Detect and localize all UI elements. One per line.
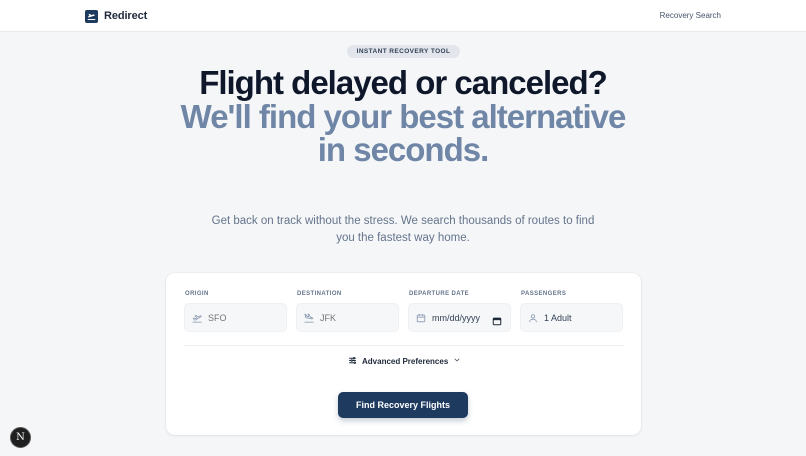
nav-link-recovery-search[interactable]: Recovery Search: [660, 11, 721, 20]
date-picker-icon[interactable]: [492, 313, 502, 326]
advanced-preferences-label: Advanced Preferences: [362, 356, 449, 366]
hero-headline: Flight delayed or canceled? We'll find y…: [180, 64, 627, 168]
departure-date-label: DEPARTURE DATE: [409, 291, 470, 297]
headline-accent: We'll find your best alternative in seco…: [180, 97, 627, 168]
top-nav-bar: Redirect Recovery Search: [0, 0, 806, 32]
origin-label: ORIGIN: [185, 291, 209, 297]
next-dev-badge[interactable]: N: [10, 427, 31, 448]
passengers-label: PASSENGERS: [521, 291, 567, 297]
calendar-icon: [416, 313, 426, 323]
hero-badge: INSTANT RECOVERY TOOL: [347, 45, 460, 58]
chevron-down-icon: [453, 356, 461, 366]
passengers-value[interactable]: 1 Adult: [544, 313, 572, 323]
headline-primary: Flight delayed or canceled?: [199, 64, 608, 101]
hero-subtitle: Get back on track without the stress. We…: [211, 215, 595, 244]
advanced-preferences-toggle[interactable]: Advanced Preferences: [348, 355, 461, 367]
origin-field[interactable]: [184, 303, 287, 332]
brand-logo-icon: [85, 9, 98, 23]
origin-input[interactable]: [208, 312, 278, 323]
destination-label: DESTINATION: [297, 291, 342, 297]
user-icon: [528, 313, 538, 323]
divider: [184, 345, 624, 346]
destination-input[interactable]: [320, 312, 390, 323]
destination-field[interactable]: [296, 303, 399, 332]
plane-takeoff-icon: [192, 313, 202, 323]
find-recovery-flights-button[interactable]: Find Recovery Flights: [338, 392, 468, 418]
brand[interactable]: Redirect: [85, 9, 147, 23]
brand-name: Redirect: [104, 10, 148, 22]
departure-date-field[interactable]: mm/dd/yyyy: [408, 303, 511, 332]
departure-date-value[interactable]: mm/dd/yyyy: [432, 313, 480, 323]
sliders-icon: [348, 356, 357, 367]
search-card: ORIGIN DESTINATION DEPARTURE DATE mm/dd/…: [166, 273, 641, 435]
passengers-field[interactable]: 1 Adult: [520, 303, 623, 332]
plane-landing-icon: [304, 313, 314, 323]
